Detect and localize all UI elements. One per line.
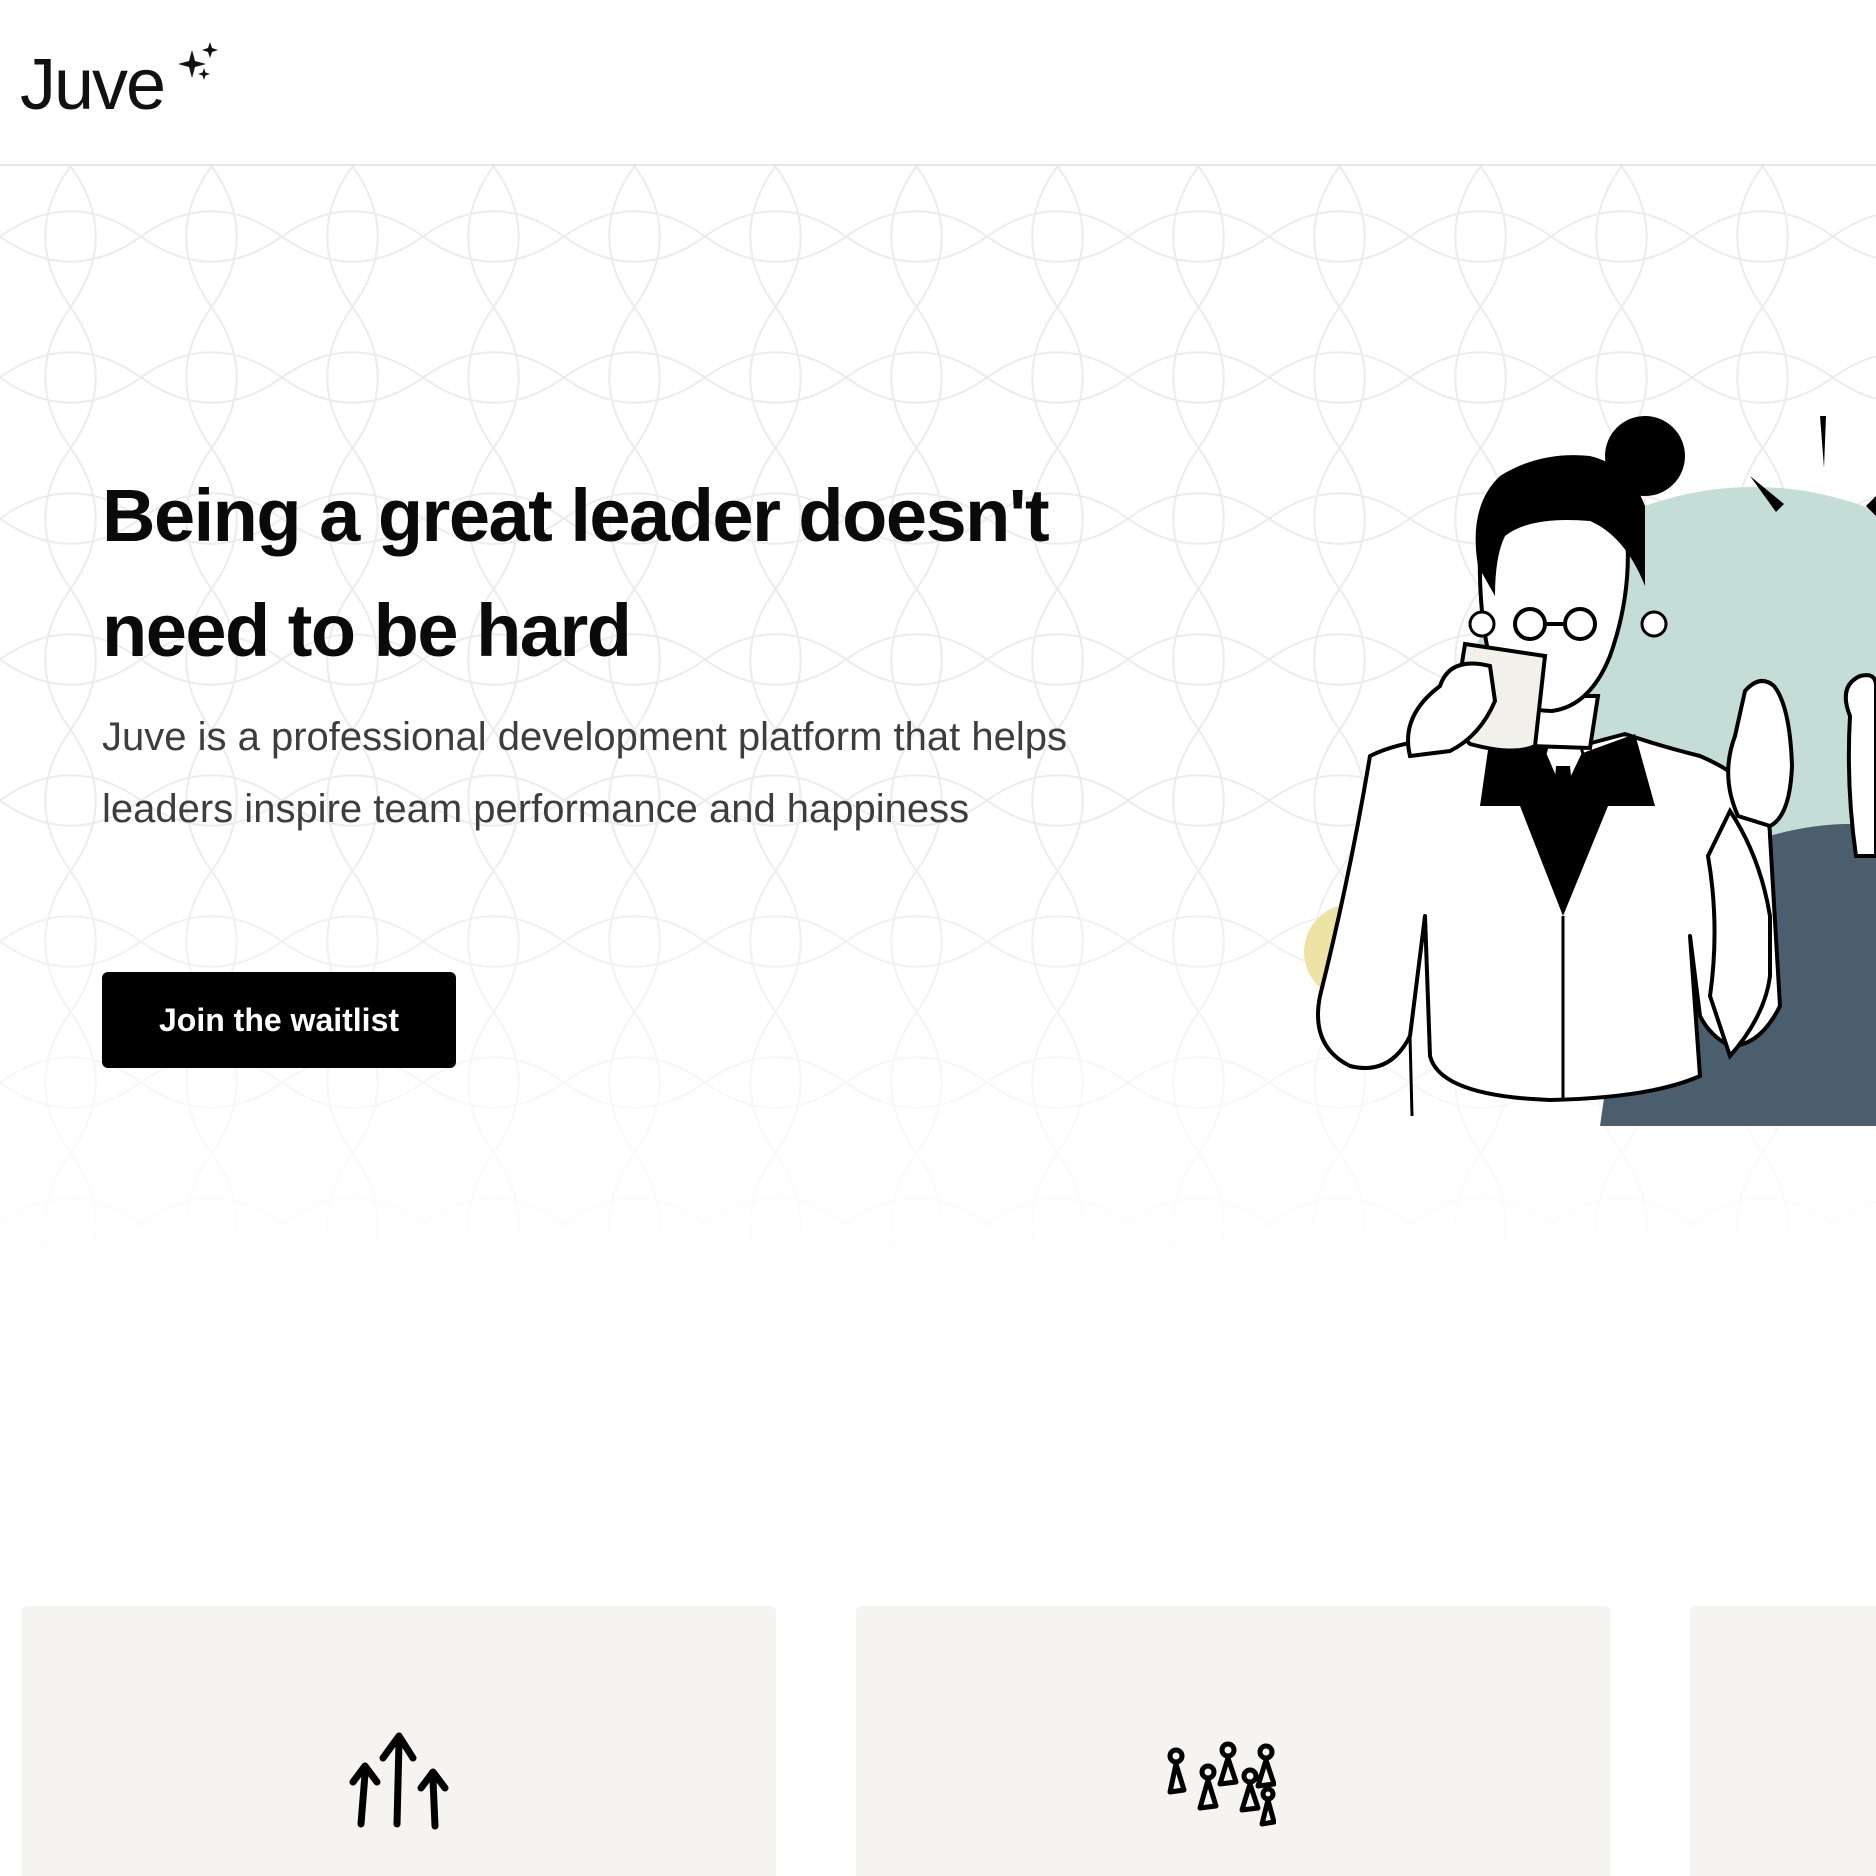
- people-group-icon: [1167, 1741, 1276, 1827]
- growth-arrows-icon: [349, 1732, 449, 1830]
- sparkle-icon: [178, 42, 218, 80]
- features-section: [0, 1606, 1876, 1876]
- join-waitlist-button[interactable]: Join the waitlist: [102, 972, 456, 1068]
- feature-card: [22, 1606, 776, 1876]
- logo-link[interactable]: Juve: [20, 40, 218, 130]
- site-header: Juve: [0, 0, 1876, 166]
- logo-wordmark: Juve: [20, 45, 166, 125]
- hero-subtitle: Juve is a professional development platf…: [102, 715, 1067, 831]
- page: Juve Being a great leader doesn't need t…: [0, 0, 1876, 1876]
- hero-illustration: [1304, 416, 1876, 1126]
- hero-title: Being a great leader doesn't need to be …: [102, 474, 1050, 672]
- feature-card: [1690, 1606, 1876, 1876]
- feature-card: [856, 1606, 1610, 1876]
- hero-section: Being a great leader doesn't need to be …: [0, 166, 1876, 1366]
